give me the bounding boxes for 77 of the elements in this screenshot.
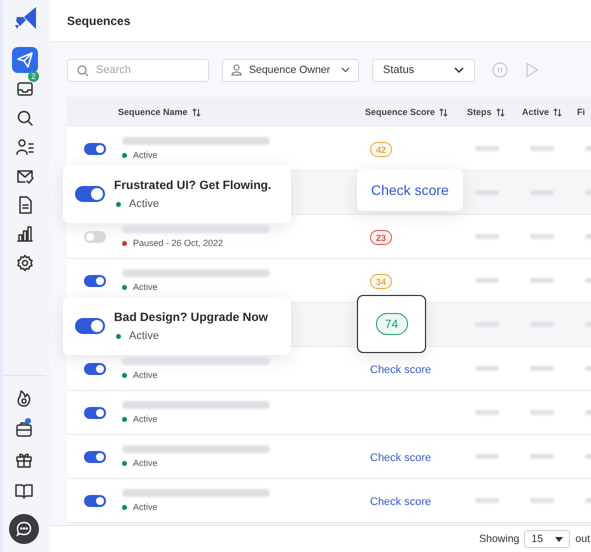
blurred-text: [530, 498, 554, 503]
status-text: Active: [133, 414, 158, 424]
blurred-text: [530, 278, 554, 283]
score-badge: 34: [370, 274, 392, 289]
column-header[interactable]: Fi: [577, 107, 591, 117]
status-text: Active: [129, 198, 159, 210]
sort-icon: [553, 108, 562, 116]
person-icon: [231, 64, 242, 76]
status-text: Active: [133, 458, 158, 468]
column-header[interactable]: Sequence Name: [118, 107, 365, 117]
search-field[interactable]: Search: [67, 58, 209, 82]
bar-chart-icon: [16, 225, 34, 243]
status-text: Active: [133, 150, 158, 160]
book-icon[interactable]: [14, 482, 32, 500]
send-icon: [16, 51, 34, 69]
briefcase-icon[interactable]: [14, 420, 32, 438]
blurred-text: [530, 410, 554, 415]
toggle-switch[interactable]: [75, 186, 105, 202]
score-badge: 23: [370, 230, 392, 245]
blurred-text: [475, 410, 499, 415]
contacts-icon: [16, 138, 34, 156]
check-score-link[interactable]: Check score: [370, 496, 432, 508]
score-badge: 74: [376, 313, 408, 335]
owner-dropdown[interactable]: Sequence Owner: [222, 58, 359, 82]
count-badge: 2: [28, 71, 39, 82]
search-icon: [77, 64, 89, 76]
blurred-text: [530, 366, 554, 371]
blurred-text: [530, 146, 554, 151]
column-header[interactable]: Sequence Score: [365, 107, 467, 117]
check-score-link[interactable]: Check score: [370, 364, 432, 376]
inbox-icon: [16, 80, 34, 98]
chat-icon: [16, 521, 32, 537]
blurred-text: [475, 498, 499, 503]
flame-icon[interactable]: [14, 389, 32, 407]
blurred-text: [475, 146, 499, 151]
blurred-text: [475, 454, 499, 459]
sort-icon: [439, 108, 448, 116]
caret-icon: [555, 536, 564, 542]
column-header[interactable]: Steps: [467, 107, 522, 117]
search-icon: [16, 109, 34, 127]
toggle-switch[interactable]: [84, 274, 106, 286]
toggle-switch[interactable]: [84, 362, 106, 374]
settings-icon: [16, 254, 34, 272]
blurred-text: [475, 234, 499, 239]
sequence-name: Bad Design? Upgrade Now: [114, 310, 268, 324]
status-text: Active: [129, 330, 159, 342]
toggle-switch[interactable]: [84, 450, 106, 462]
check-score-link[interactable]: Check score: [371, 182, 449, 198]
chat-button[interactable]: [8, 514, 38, 544]
status-text: Active: [133, 502, 158, 512]
page-size-select[interactable]: 15: [524, 530, 570, 548]
status-dropdown[interactable]: Status: [372, 58, 475, 82]
blurred-text: [475, 278, 499, 283]
blurred-text: [475, 366, 499, 371]
status-text: Paused - 26 Oct, 2022: [133, 238, 224, 248]
check-score-link[interactable]: Check score: [370, 452, 432, 464]
sort-icon: [496, 108, 505, 116]
chevron-icon: [341, 67, 350, 73]
page-title: Sequences: [67, 14, 130, 28]
column-header[interactable]: Active: [522, 107, 577, 117]
sort-icon: [192, 108, 201, 116]
chevron-icon: [454, 67, 464, 73]
blurred-text: [530, 454, 554, 459]
toggle-switch[interactable]: [84, 230, 106, 242]
toggle-switch[interactable]: [84, 494, 106, 506]
toggle-switch[interactable]: [75, 318, 105, 334]
gift-icon[interactable]: [14, 451, 32, 469]
pagination-text: out: [575, 533, 590, 545]
status-text: Active: [133, 282, 158, 292]
toggle-switch[interactable]: [84, 406, 106, 418]
showing-label: Showing: [479, 533, 520, 545]
status-text: Active: [133, 370, 158, 380]
blurred-text: [530, 234, 554, 239]
score-badge: 42: [370, 142, 392, 157]
toggle-switch[interactable]: [84, 142, 106, 154]
logo-icon: [14, 7, 36, 29]
sequence-name: Frustrated UI? Get Flowing.: [114, 178, 272, 192]
